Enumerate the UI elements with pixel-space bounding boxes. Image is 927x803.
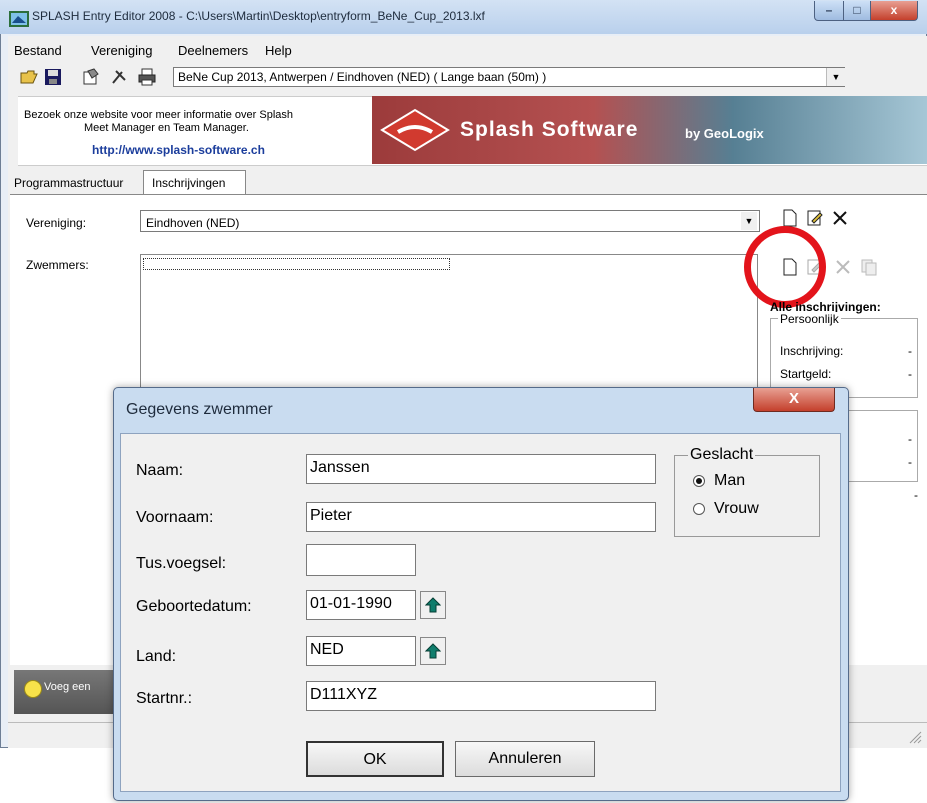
menu-deelnemers[interactable]: Deelnemers [178,43,248,58]
radio-selected-dot [696,478,702,484]
entry-count-label: Inschrijving: [780,344,844,358]
menu-help[interactable]: Help [265,43,292,58]
gender-group [674,455,820,537]
startnr-label: Startnr.: [136,690,193,707]
arrow-up-icon [425,643,441,659]
gender-legend: Geslacht [688,446,756,464]
properties-icon[interactable] [82,68,100,86]
maximize-button[interactable]: □ [843,1,871,21]
startnr-input[interactable]: D111XYZ [306,681,656,711]
copy-swimmer-icon [861,259,877,276]
menu-bestand[interactable]: Bestand [14,43,62,58]
cancel-button[interactable]: Annuleren [455,741,595,777]
competition-dropdown-value: BeNe Cup 2013, Antwerpen / Eindhoven (NE… [178,70,547,84]
tussenvoegsel-label: Tus.voegsel: [136,555,227,572]
highlight-circle-annotation [744,226,826,308]
gender-vrouw-label[interactable]: Vrouw [714,500,759,518]
tab-programmastructuur[interactable]: Programmastructuur [14,176,123,190]
edit-club-icon[interactable] [806,209,824,227]
relay-value-1: - [908,432,912,446]
swimmer-list-focus [143,258,450,270]
banner-image [372,96,927,164]
new-club-icon[interactable] [781,209,799,227]
banner-text-line2: Meet Manager en Team Manager. [84,122,249,134]
total-value: - [914,488,918,502]
resize-grip-icon[interactable] [904,728,922,744]
window-title: SPLASH Entry Editor 2008 - C:\Users\Mart… [32,9,485,23]
menu-vereniging[interactable]: Vereniging [91,43,152,58]
entry-count-value: - [908,344,912,358]
naam-input[interactable]: Janssen [306,454,656,484]
personal-group-label: Persoonlijk [778,312,841,326]
geboortedatum-label: Geboortedatum: [136,598,252,615]
save-icon[interactable] [44,68,62,86]
geboortedatum-input[interactable]: 01-01-1990 [306,590,416,620]
naam-label: Naam: [136,462,184,479]
land-label: Land: [136,648,177,665]
club-dropdown-value: Eindhoven (NED) [146,216,240,230]
swimmers-label: Zwemmers: [26,258,89,272]
splash-brand-text: Splash Software [460,118,639,141]
tab-inschrijvingen-label: Inschrijvingen [152,176,226,190]
fee-value: - [908,367,912,381]
chevron-down-icon[interactable]: ▼ [741,212,757,230]
print-icon[interactable] [138,68,156,86]
land-input[interactable]: NED [306,636,416,666]
arrow-up-icon [425,597,441,613]
hint-text: Voeg een [44,681,91,693]
open-folder-icon[interactable] [20,68,38,86]
splash-logo-icon [380,108,450,152]
ok-button[interactable]: OK [306,741,444,777]
splash-app-icon [9,11,29,27]
banner-text-line1: Bezoek onze website voor meer informatie… [24,109,294,121]
tussenvoegsel-input[interactable] [306,544,416,576]
relay-value-2: - [908,455,912,469]
voornaam-label: Voornaam: [136,509,214,526]
personal-group [770,318,918,398]
club-label: Vereniging: [26,216,87,230]
tools-icon[interactable] [110,68,128,86]
fee-label: Startgeld: [780,367,832,381]
gender-vrouw-radio[interactable] [693,503,705,515]
delete-swimmer-icon [836,260,850,274]
close-button[interactable]: x [870,1,918,21]
dialog-title: Gegevens zwemmer [126,401,273,418]
delete-club-icon[interactable] [831,209,849,227]
gender-man-label[interactable]: Man [714,472,745,490]
voornaam-input[interactable]: Pieter [306,502,656,532]
dialog-close-button[interactable]: X [753,388,835,412]
lightbulb-icon [24,680,42,698]
minimize-button[interactable]: – [814,1,844,21]
splash-by-text: by GeoLogix [685,126,764,141]
chevron-down-icon[interactable]: ▼ [826,68,845,86]
website-link[interactable]: http://www.splash-software.ch [92,143,265,157]
